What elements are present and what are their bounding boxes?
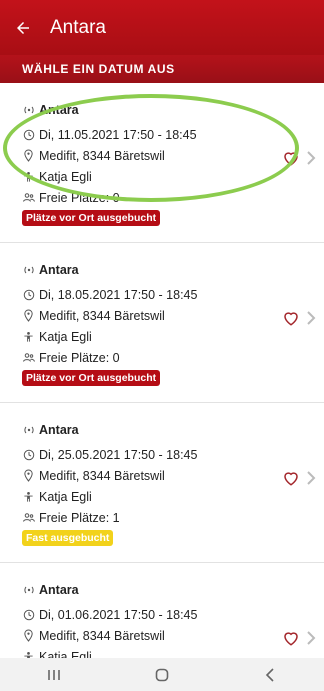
datetime: Di, 25.05.2021 17:50 - 18:45	[39, 447, 198, 462]
location: Medifit, 8344 Bäretswil	[39, 468, 165, 483]
instructor-icon	[22, 170, 35, 183]
instructor-icon	[22, 330, 35, 343]
list-item[interactable]: Antara Di, 01.06.2021 17:50 - 18:45 Medi…	[0, 563, 324, 658]
people-icon	[22, 511, 35, 524]
chevron-left-icon	[265, 667, 274, 682]
status-badge: Plätze vor Ort ausgebucht	[22, 210, 161, 226]
app-bar: Antara	[0, 0, 324, 55]
instructor: Katja Egli	[39, 169, 92, 184]
home-button[interactable]	[142, 658, 182, 691]
clock-icon	[22, 128, 35, 141]
list-item[interactable]: Antara Di, 11.05.2021 17:50 - 18:45 Medi…	[0, 83, 324, 243]
recents-button[interactable]	[34, 658, 74, 691]
status-badge: Plätze vor Ort ausgebucht	[22, 370, 161, 386]
location: Medifit, 8344 Bäretswil	[39, 628, 165, 643]
course-name: Antara	[39, 422, 79, 437]
clock-icon	[22, 448, 35, 461]
broadcast-icon	[22, 103, 35, 116]
location: Medifit, 8344 Bäretswil	[39, 148, 165, 163]
people-icon	[22, 191, 35, 204]
free-spots: Freie Plätze: 0	[39, 190, 120, 205]
broadcast-icon	[22, 423, 35, 436]
broadcast-icon	[22, 583, 35, 596]
chevron-right-icon[interactable]	[304, 149, 318, 167]
heart-icon[interactable]	[282, 149, 300, 167]
instructor: Katja Egli	[39, 489, 92, 504]
datetime: Di, 18.05.2021 17:50 - 18:45	[39, 287, 198, 302]
people-icon	[22, 351, 35, 364]
instructor: Katja Egli	[39, 649, 92, 659]
back-button[interactable]	[0, 0, 46, 55]
heart-icon[interactable]	[282, 469, 300, 487]
location-pin-icon	[22, 149, 35, 162]
page-title: Antara	[50, 16, 106, 38]
recents-icon	[48, 669, 60, 680]
datetime: Di, 11.05.2021 17:50 - 18:45	[39, 127, 197, 142]
chevron-right-icon[interactable]	[304, 469, 318, 487]
clock-icon	[22, 608, 35, 621]
free-spots: Freie Plätze: 1	[39, 510, 120, 525]
heart-icon[interactable]	[282, 309, 300, 327]
course-name: Antara	[39, 102, 79, 117]
system-nav-bar	[0, 658, 324, 691]
system-back-button[interactable]	[250, 658, 290, 691]
free-spots: Freie Plätze: 0	[39, 350, 120, 365]
chevron-right-icon[interactable]	[304, 629, 318, 647]
instructor-icon	[22, 650, 35, 658]
instructor-icon	[22, 490, 35, 503]
location-pin-icon	[22, 629, 35, 642]
heart-icon[interactable]	[282, 629, 300, 647]
location-pin-icon	[22, 469, 35, 482]
status-badge: Fast ausgebucht	[22, 530, 114, 546]
datetime: Di, 01.06.2021 17:50 - 18:45	[39, 607, 198, 622]
course-name: Antara	[39, 582, 79, 597]
section-header: WÄHLE EIN DATUM AUS	[0, 55, 324, 83]
arrow-left-icon	[17, 21, 29, 34]
course-name: Antara	[39, 262, 79, 277]
chevron-right-icon[interactable]	[304, 309, 318, 327]
location-pin-icon	[22, 309, 35, 322]
list-item[interactable]: Antara Di, 18.05.2021 17:50 - 18:45 Medi…	[0, 243, 324, 403]
home-icon	[155, 668, 169, 681]
clock-icon	[22, 288, 35, 301]
broadcast-icon	[22, 263, 35, 276]
location: Medifit, 8344 Bäretswil	[39, 308, 165, 323]
list-item[interactable]: Antara Di, 25.05.2021 17:50 - 18:45 Medi…	[0, 403, 324, 563]
instructor: Katja Egli	[39, 329, 92, 344]
date-list: Antara Di, 11.05.2021 17:50 - 18:45 Medi…	[0, 83, 324, 658]
